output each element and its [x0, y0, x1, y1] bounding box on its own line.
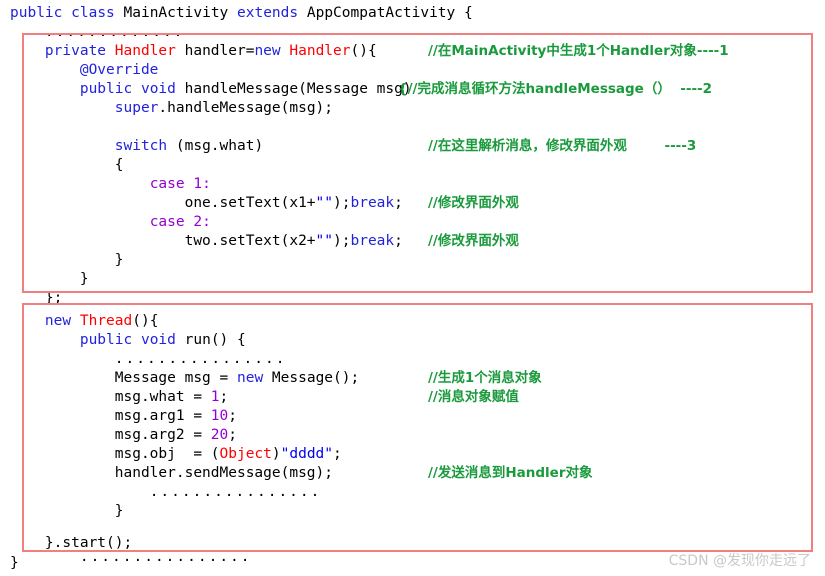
comment-update-ui-1: //修改界面外观 — [428, 195, 519, 211]
code-line: }; — [10, 290, 63, 306]
code-line-ellipsis: ................ — [79, 549, 252, 565]
code-line: super.handleMessage(msg); — [114, 100, 334, 116]
code-line: msg.obj = (Object)"dddd"; — [10, 446, 342, 462]
comment-send-message: //发送消息到Handler对象 — [428, 465, 593, 481]
code-line-ellipsis: ............. — [44, 24, 185, 40]
code-line: handler.sendMessage(msg); — [10, 465, 334, 481]
code-line: case 2: — [149, 214, 211, 230]
code-line: new Thread(){ — [44, 313, 159, 329]
code-line: two.setText(x2+"");break; — [10, 233, 403, 249]
code-line: Message msg = new Message(); — [10, 370, 360, 386]
code-line-annotation: @Override — [79, 62, 159, 78]
code-line: public void handleMessage(Message msg) — [79, 81, 421, 97]
code-line: switch (msg.what) — [114, 138, 264, 154]
code-line: msg.arg1 = 10; — [10, 408, 237, 424]
code-line-ellipsis: ................ — [149, 484, 322, 500]
comment-handler-object: //在MainActivity中生成1个Handler对象----1 — [428, 43, 729, 59]
code-line: { — [10, 157, 124, 173]
code-line: } — [10, 503, 124, 519]
code-line: private Handler handler=new Handler(){ — [44, 43, 377, 59]
comment-handle-message: {//完成消息循环方法handleMessage（） ----2 — [398, 81, 713, 97]
code-line: public class MainActivity extends AppCom… — [10, 5, 473, 21]
code-snippet-image: public class MainActivity extends AppCom… — [0, 0, 825, 576]
comment-update-ui-2: //修改界面外观 — [428, 233, 519, 249]
code-line: msg.arg2 = 20; — [10, 427, 237, 443]
code-line-ellipsis: ................ — [114, 351, 287, 367]
code-line: } — [10, 555, 19, 571]
comment-assign-message: //消息对象赋值 — [428, 389, 519, 405]
code-line: } — [10, 252, 124, 268]
code-line: case 1: — [149, 176, 211, 192]
comment-parse-message: //在这里解析消息，修改界面外观 ----3 — [428, 138, 697, 154]
code-line: msg.what = 1; — [10, 389, 229, 405]
comment-create-message: //生成1个消息对象 — [428, 370, 542, 386]
code-line: } — [10, 271, 89, 287]
code-line: public void run() { — [79, 332, 246, 348]
code-line: one.setText(x1+"");break; — [10, 195, 403, 211]
csdn-watermark: CSDN @发现你走远了 — [668, 553, 811, 569]
